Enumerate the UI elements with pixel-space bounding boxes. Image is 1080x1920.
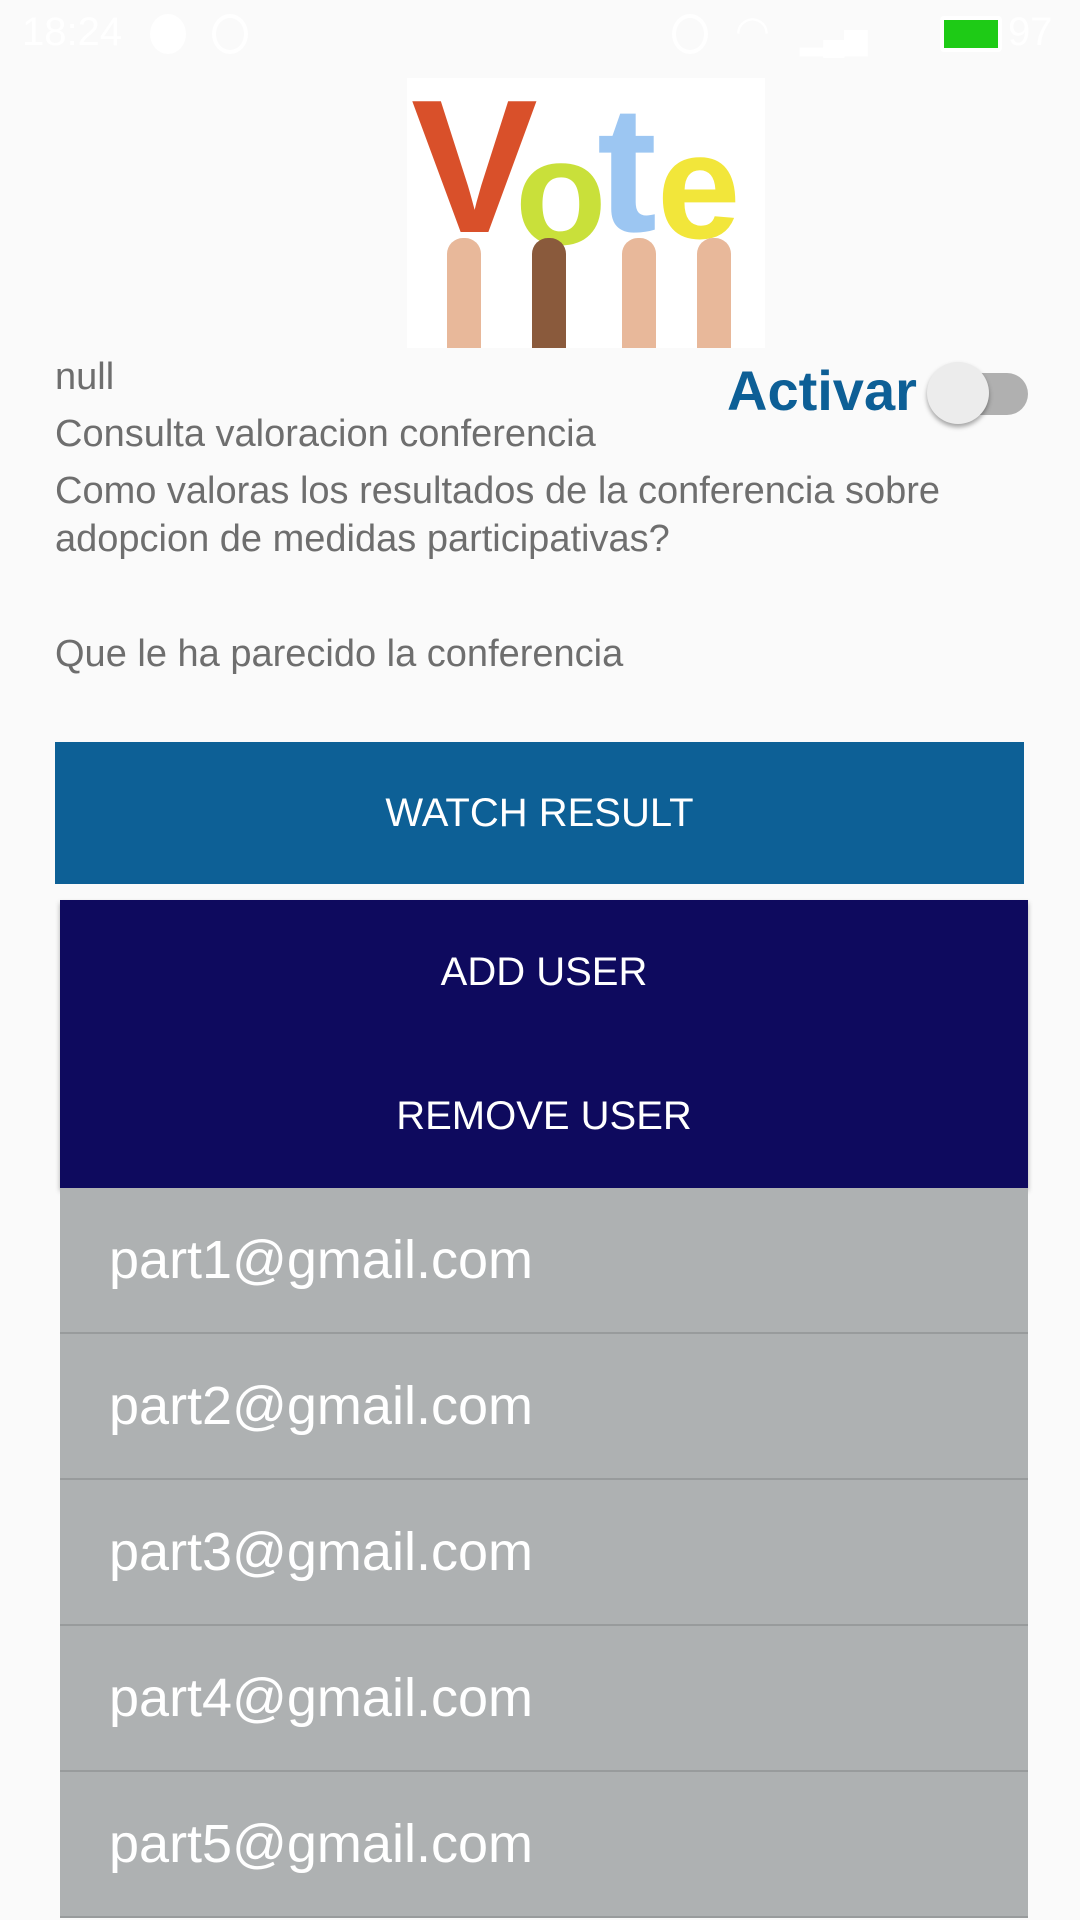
activate-label: Activar [727, 359, 917, 422]
poll-description: Que le ha parecido la conferencia [55, 633, 624, 675]
chat-icon [150, 14, 186, 54]
watch-result-button[interactable]: WATCH RESULT [55, 742, 1024, 884]
poll-question-line2: adopcion de medidas participativas? [55, 518, 670, 560]
vote-logo: V o t e [407, 78, 765, 348]
toggle-thumb[interactable] [927, 362, 989, 424]
signal-icon: ▂▄▆ [800, 23, 868, 56]
wifi-icon: ◠ [735, 9, 770, 53]
alarm-icon [672, 14, 708, 54]
user-list: part1@gmail.com part2@gmail.com part3@gm… [60, 1188, 1028, 1918]
list-item[interactable]: part3@gmail.com [60, 1480, 1028, 1626]
status-bar: 18:24 ◠ ▂▄▆ 97 [0, 0, 1080, 66]
list-item[interactable]: part5@gmail.com [60, 1772, 1028, 1918]
add-user-button[interactable]: ADD USER [60, 900, 1028, 1044]
list-item[interactable]: part2@gmail.com [60, 1334, 1028, 1480]
poll-title: Consulta valoracion conferencia [55, 413, 596, 455]
null-text: null [55, 356, 115, 398]
poll-question-line1: Como valoras los resultados de la confer… [55, 470, 941, 512]
status-time: 18:24 [22, 10, 123, 54]
messenger-icon [212, 14, 248, 54]
list-item[interactable]: part1@gmail.com [60, 1188, 1028, 1334]
battery-icon [940, 16, 1002, 52]
list-item[interactable]: part4@gmail.com [60, 1626, 1028, 1772]
user-actions-panel: ADD USER REMOVE USER [60, 900, 1028, 1188]
battery-level: 97 [1008, 10, 1053, 54]
remove-user-button[interactable]: REMOVE USER [60, 1044, 1028, 1188]
